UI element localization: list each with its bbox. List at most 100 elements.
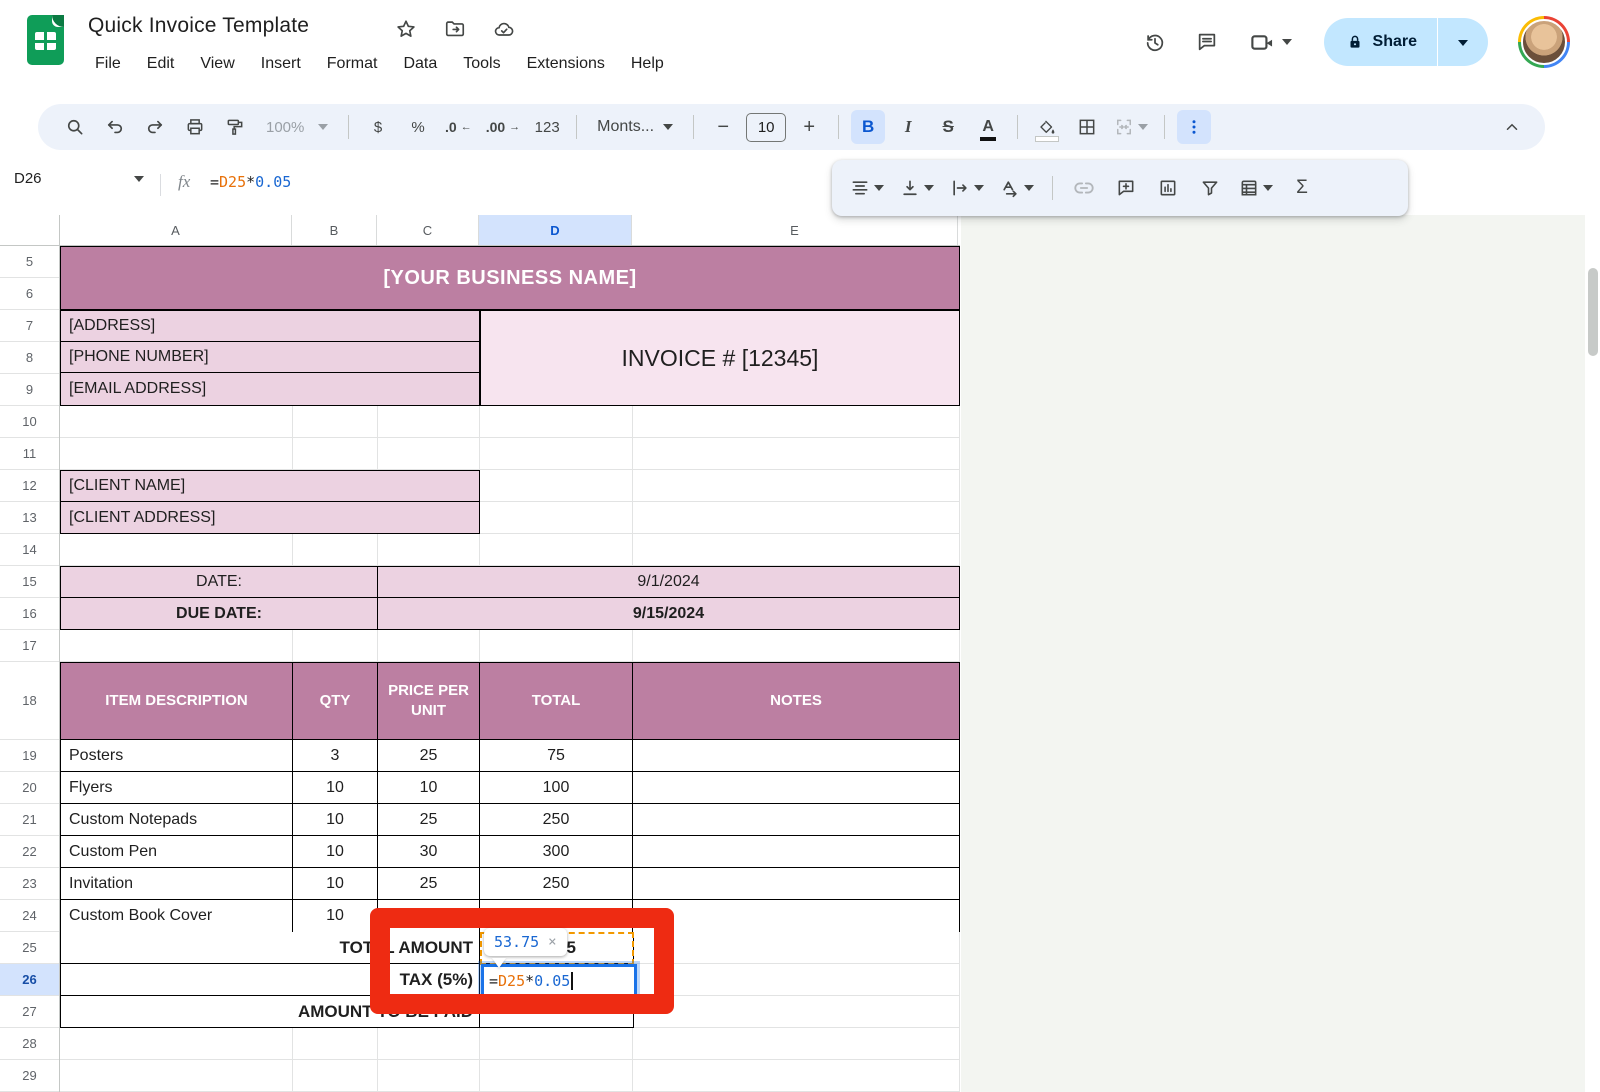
cell-date-label[interactable]: DATE: (61, 567, 378, 598)
paint-format-icon[interactable] (218, 110, 252, 144)
item-2-qty[interactable]: 10 (293, 804, 378, 836)
meet-camera-icon[interactable] (1248, 31, 1294, 53)
decrease-decimal-icon[interactable]: .0← (441, 110, 476, 144)
row-header-5[interactable]: 5 (0, 246, 59, 278)
borders-button[interactable] (1070, 110, 1104, 144)
name-box[interactable]: D26 (14, 170, 144, 187)
row-header-28[interactable]: 28 (0, 1028, 59, 1060)
item-0-notes[interactable] (633, 740, 959, 772)
functions-button[interactable]: Σ (1285, 171, 1319, 205)
decrease-font-size-button[interactable]: − (706, 110, 740, 144)
item-1-qty[interactable]: 10 (293, 772, 378, 804)
row-header-15[interactable]: 15 (0, 566, 59, 598)
item-4-total[interactable]: 250 (480, 868, 633, 900)
cell-email[interactable]: [EMAIL ADDRESS] (61, 373, 479, 405)
item-5-desc[interactable]: Custom Book Cover (61, 900, 293, 932)
cell-due-date-value[interactable]: 9/15/2024 (378, 598, 959, 629)
text-wrapping-button[interactable] (946, 171, 988, 205)
row-header-16[interactable]: 16 (0, 598, 59, 630)
cloud-saved-icon[interactable] (493, 18, 515, 40)
row-header-24[interactable]: 24 (0, 900, 59, 932)
sheets-logo-icon[interactable] (27, 15, 64, 65)
column-header-a[interactable]: A (60, 215, 292, 245)
text-color-button[interactable]: A (971, 110, 1005, 144)
italic-button[interactable]: I (891, 110, 925, 144)
row-header-11[interactable]: 11 (0, 438, 59, 470)
menu-edit[interactable]: Edit (134, 50, 188, 78)
cells-area[interactable]: [YOUR BUSINESS NAME] [ADDRESS] [PHONE NU… (60, 246, 961, 1092)
item-3-qty[interactable]: 10 (293, 836, 378, 868)
insert-link-icon[interactable] (1067, 171, 1101, 205)
item-5-notes[interactable] (633, 900, 959, 932)
cell-phone[interactable]: [PHONE NUMBER] (61, 342, 479, 373)
tooltip-close-icon[interactable]: × (548, 934, 556, 950)
row-header-17[interactable]: 17 (0, 630, 59, 662)
document-title[interactable]: Quick Invoice Template (88, 14, 309, 38)
item-0-price[interactable]: 25 (378, 740, 480, 772)
column-header-c[interactable]: C (377, 215, 479, 245)
item-2-price[interactable]: 25 (378, 804, 480, 836)
items-header-total[interactable]: TOTAL (480, 663, 633, 740)
item-0-qty[interactable]: 3 (293, 740, 378, 772)
row-header-22[interactable]: 22 (0, 836, 59, 868)
more-formats-icon[interactable]: 123 (530, 110, 564, 144)
row-header-27[interactable]: 27 (0, 996, 59, 1028)
increase-font-size-button[interactable]: + (792, 110, 826, 144)
font-size-input[interactable]: 10 (746, 113, 786, 142)
menu-insert[interactable]: Insert (248, 50, 314, 78)
items-header-notes[interactable]: NOTES (633, 663, 959, 740)
row-header-20[interactable]: 20 (0, 772, 59, 804)
version-history-icon[interactable] (1144, 31, 1166, 53)
row-header-29[interactable]: 29 (0, 1060, 59, 1092)
format-percent-icon[interactable]: % (401, 110, 435, 144)
cell-due-date-label[interactable]: DUE DATE: (61, 598, 378, 629)
item-1-price[interactable]: 10 (378, 772, 480, 804)
create-filter-icon[interactable] (1193, 171, 1227, 205)
formula-input[interactable]: =D25*0.05 (210, 173, 291, 191)
row-header-8[interactable]: 8 (0, 342, 59, 374)
row-header-13[interactable]: 13 (0, 502, 59, 534)
item-1-total[interactable]: 100 (480, 772, 633, 804)
column-header-b[interactable]: B (292, 215, 377, 245)
menu-format[interactable]: Format (314, 50, 391, 78)
item-5-qty[interactable]: 10 (293, 900, 378, 932)
row-header-23[interactable]: 23 (0, 868, 59, 900)
text-rotation-button[interactable] (996, 171, 1038, 205)
insert-comment-icon[interactable] (1109, 171, 1143, 205)
row-header-7[interactable]: 7 (0, 310, 59, 342)
row-header-25[interactable]: 25 (0, 932, 59, 964)
search-menus-icon[interactable] (58, 110, 92, 144)
item-3-notes[interactable] (633, 836, 959, 868)
menu-file[interactable]: File (82, 50, 134, 78)
item-3-total[interactable]: 300 (480, 836, 633, 868)
column-header-d[interactable]: D (479, 215, 632, 245)
item-3-desc[interactable]: Custom Pen (61, 836, 293, 868)
fill-color-button[interactable] (1030, 110, 1064, 144)
row-header-19[interactable]: 19 (0, 740, 59, 772)
row-header-10[interactable]: 10 (0, 406, 59, 438)
row-header-9[interactable]: 9 (0, 374, 59, 406)
item-2-desc[interactable]: Custom Notepads (61, 804, 293, 836)
font-selector[interactable]: Monts... (589, 110, 681, 144)
increase-decimal-icon[interactable]: .00→ (482, 110, 524, 144)
menu-tools[interactable]: Tools (450, 50, 513, 78)
zoom-control[interactable]: 100% (258, 110, 336, 144)
select-all-corner[interactable] (0, 215, 60, 246)
cell-date-value[interactable]: 9/1/2024 (378, 567, 959, 598)
item-1-desc[interactable]: Flyers (61, 772, 293, 804)
cell-client-name[interactable]: [CLIENT NAME] (61, 471, 479, 502)
undo-icon[interactable] (98, 110, 132, 144)
star-icon[interactable] (395, 18, 417, 40)
items-header-qty[interactable]: QTY (293, 663, 378, 740)
cell-client-address[interactable]: [CLIENT ADDRESS] (61, 502, 479, 533)
item-0-desc[interactable]: Posters (61, 740, 293, 772)
menu-extensions[interactable]: Extensions (514, 50, 618, 78)
items-header-price[interactable]: PRICE PER UNIT (378, 663, 480, 740)
table-views-button[interactable] (1235, 171, 1277, 205)
insert-chart-icon[interactable] (1151, 171, 1185, 205)
item-4-desc[interactable]: Invitation (61, 868, 293, 900)
item-0-total[interactable]: 75 (480, 740, 633, 772)
item-2-notes[interactable] (633, 804, 959, 836)
column-header-e[interactable]: E (632, 215, 958, 245)
move-folder-icon[interactable] (444, 18, 466, 40)
